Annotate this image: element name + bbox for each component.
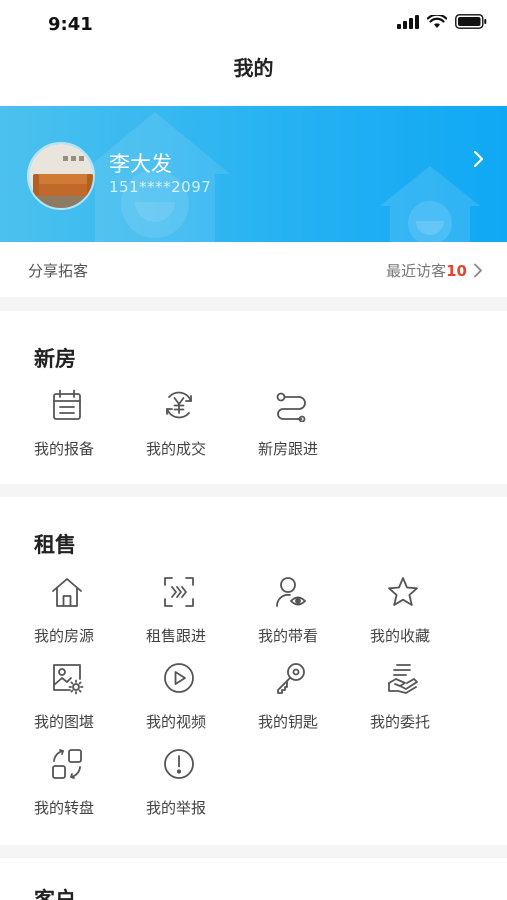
- grid-item-label: 我的成交: [146, 440, 207, 458]
- section-title: 租售: [34, 533, 76, 557]
- avatar[interactable]: [27, 142, 95, 210]
- key-icon: [274, 661, 308, 695]
- alert-circle-icon: [162, 747, 196, 781]
- share-customers-link[interactable]: 分享拓客: [28, 260, 88, 281]
- recent-visitors-label: 最近访客10: [386, 262, 467, 280]
- section-title: 客户: [34, 888, 76, 900]
- recent-visitors-link[interactable]: 最近访客10: [386, 260, 483, 281]
- image-settings-icon: [50, 661, 84, 695]
- grid-item-label: 我的举报: [146, 799, 207, 817]
- my-transfers-item[interactable]: 我的转盘: [34, 747, 146, 827]
- wifi-icon: [427, 14, 447, 28]
- status-bar: 9:41: [0, 0, 507, 46]
- my-keys-item[interactable]: 我的钥匙: [258, 661, 370, 741]
- profile-banner[interactable]: 李大发 151****2097: [0, 106, 507, 242]
- status-time: 9:41: [48, 14, 93, 35]
- calendar-icon: [50, 388, 84, 422]
- visitor-count: 10: [446, 262, 467, 280]
- my-viewings-item[interactable]: 我的带看: [258, 575, 370, 655]
- grid-item-label: 我的视频: [146, 713, 207, 731]
- rental-sale-section: 租售 我的房源 租售跟进 我的带看 我的收藏 我的图堪 我的视频 我的钥匙 我的…: [0, 497, 507, 845]
- nav-bar: 我的: [0, 46, 507, 106]
- battery-icon: [455, 14, 487, 29]
- house-watermark-icon: [380, 166, 480, 242]
- grid-item-label: 我的委托: [370, 713, 431, 731]
- play-circle-icon: [162, 661, 196, 695]
- section-title: 新房: [34, 347, 76, 371]
- new-house-section: 新房 我的报备 我的成交 新房跟进: [0, 311, 507, 484]
- house-icon: [50, 575, 84, 609]
- grid-item-label: 新房跟进: [258, 440, 319, 458]
- share-bar: 分享拓客 最近访客10: [0, 242, 507, 297]
- my-listings-item[interactable]: 我的房源: [34, 575, 146, 655]
- grid-item-label: 我的报备: [34, 440, 95, 458]
- my-deals-item[interactable]: 我的成交: [146, 388, 258, 468]
- grid-item-label: 我的带看: [258, 627, 319, 645]
- page-title: 我的: [233, 56, 274, 80]
- star-icon: [386, 575, 420, 609]
- transfer-icon: [50, 747, 84, 781]
- my-images-item[interactable]: 我的图堪: [34, 661, 146, 741]
- grid-item-label: 我的房源: [34, 627, 95, 645]
- chevron-right-icon: [474, 263, 482, 278]
- chevron-right-icon[interactable]: [473, 150, 485, 168]
- route-icon: [274, 388, 308, 422]
- yuan-exchange-icon: [162, 388, 196, 422]
- signal-icon: [397, 14, 419, 29]
- my-reports-complaint-item[interactable]: 我的举报: [146, 747, 258, 827]
- scan-follow-icon: [162, 575, 196, 609]
- user-phone: 151****2097: [109, 178, 212, 196]
- grid-item-label: 我的图堪: [34, 713, 95, 731]
- rental-followup-item[interactable]: 租售跟进: [146, 575, 258, 655]
- grid-item-label: 我的钥匙: [258, 713, 319, 731]
- grid-item-label: 我的收藏: [370, 627, 431, 645]
- my-videos-item[interactable]: 我的视频: [146, 661, 258, 741]
- user-eye-icon: [274, 575, 308, 609]
- grid-item-label: 租售跟进: [146, 627, 207, 645]
- new-house-followup-item[interactable]: 新房跟进: [258, 388, 370, 468]
- status-icons: [397, 14, 487, 29]
- customer-section: 客户: [0, 858, 507, 900]
- my-entrusts-item[interactable]: 我的委托: [370, 661, 482, 741]
- grid-item-label: 我的转盘: [34, 799, 95, 817]
- user-name: 李大发: [109, 152, 172, 176]
- my-favorites-item[interactable]: 我的收藏: [370, 575, 482, 655]
- my-reports-item[interactable]: 我的报备: [34, 388, 146, 468]
- hand-document-icon: [386, 661, 420, 695]
